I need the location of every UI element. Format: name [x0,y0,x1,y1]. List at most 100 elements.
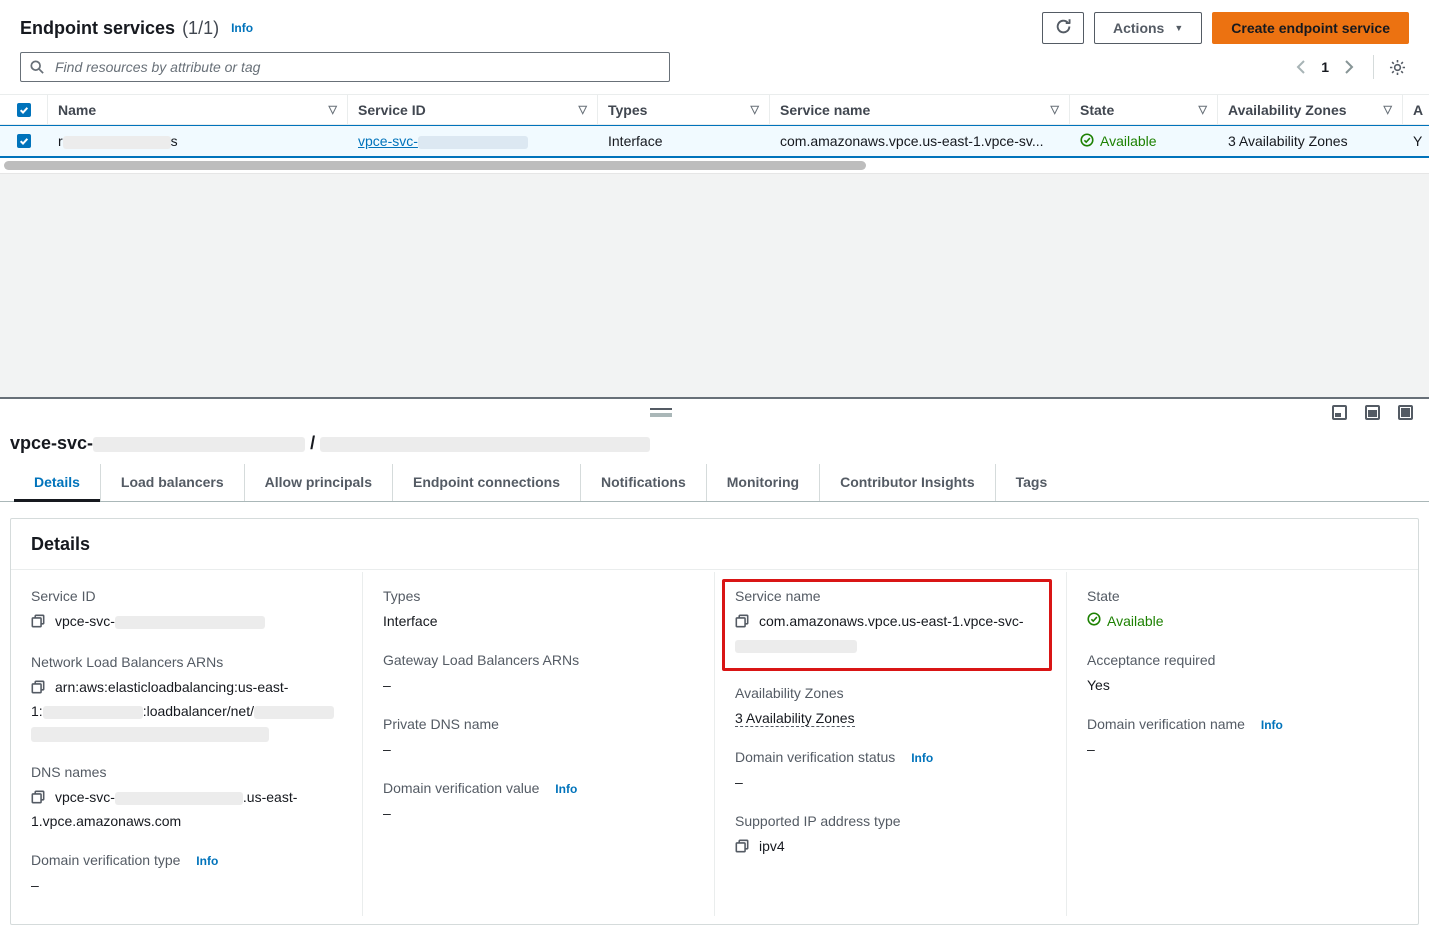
field-label: Service name [735,588,1039,604]
search-input[interactable] [20,52,670,82]
column-label: A [1413,102,1423,118]
panel-size-medium-icon[interactable] [1365,405,1380,420]
redacted-text [31,727,269,742]
tab-tags[interactable]: Tags [995,464,1068,501]
label-text: Domain verification value [383,780,539,796]
list-toolbar: 1 [0,46,1429,82]
preferences-gear-icon[interactable] [1386,56,1409,79]
field-value: – [383,802,694,824]
table-header-row: Name ▽ Service ID ▽ Types ▽ Service name… [0,95,1429,125]
resize-handle[interactable] [650,408,672,417]
cell-types: Interface [598,133,770,149]
split-panel-divider [0,397,1429,425]
copy-icon[interactable] [31,678,45,700]
value-text: 1: [31,703,43,719]
field-label: Supported IP address type [735,813,1046,829]
column-header-name[interactable]: Name ▽ [48,95,348,124]
sort-icon[interactable]: ▽ [321,103,337,116]
current-page[interactable]: 1 [1321,59,1329,75]
field-label: Service ID [31,588,342,604]
field-label: Gateway Load Balancers ARNs [383,652,694,668]
table-row[interactable]: rs vpce-svc- Interface com.amazonaws.vpc… [0,125,1429,158]
tab-notifications[interactable]: Notifications [580,464,706,501]
column-header-acceptance-cutoff[interactable]: A [1403,95,1429,124]
tab-details[interactable]: Details [14,464,100,501]
availability-zones-popover-link[interactable]: 3 Availability Zones [1228,133,1348,149]
sort-icon[interactable]: ▽ [571,103,587,116]
panel-size-controls [1332,405,1413,420]
tab-load-balancers[interactable]: Load balancers [100,464,244,501]
refresh-button[interactable] [1042,12,1084,44]
field-label: Types [383,588,694,604]
search-box [20,52,670,82]
panel-size-small-icon[interactable] [1332,405,1347,420]
state-label: Available [1107,610,1164,632]
info-link[interactable]: Info [231,21,253,35]
info-link[interactable]: Info [911,751,933,765]
info-link[interactable]: Info [555,782,577,796]
redacted-text [63,136,171,149]
tab-allow-principals[interactable]: Allow principals [244,464,392,501]
copy-icon[interactable] [31,612,45,634]
details-card: Details Service ID vpce-svc- Network Loa… [10,518,1419,925]
field-label: State [1087,588,1398,604]
field-supported-ip-address-type: Supported IP address type ipv4 [735,813,1046,859]
cell-service-id: vpce-svc- [348,133,598,149]
availability-zones-popover-link[interactable]: 3 Availability Zones [735,710,855,727]
service-id-link[interactable]: vpce-svc- [358,133,528,149]
tab-contributor-insights[interactable]: Contributor Insights [819,464,995,501]
value-text: ipv4 [759,838,785,854]
field-label: Acceptance required [1087,652,1398,668]
field-service-id: Service ID vpce-svc- [31,588,342,634]
field-value: arn:aws:elasticloadbalancing:us-east- 1:… [31,676,342,744]
column-header-state[interactable]: State ▽ [1070,95,1218,124]
scrollbar-thumb[interactable] [4,161,866,170]
sort-icon[interactable]: ▽ [1191,103,1207,116]
column-header-types[interactable]: Types ▽ [598,95,770,124]
column-header-service-id[interactable]: Service ID ▽ [348,95,598,124]
toolbar-divider [1373,55,1374,79]
copy-icon[interactable] [735,612,749,634]
page-title: Endpoint services [20,18,175,39]
info-link[interactable]: Info [196,854,218,868]
field-value: – [31,874,342,896]
create-endpoint-service-button[interactable]: Create endpoint service [1212,12,1409,44]
field-value: ipv4 [735,835,1046,859]
panel-size-full-icon[interactable] [1398,405,1413,420]
icon-fill [1368,410,1377,417]
sort-icon[interactable]: ▽ [1043,103,1059,116]
column-header-availability-zones[interactable]: Availability Zones ▽ [1218,95,1403,124]
detail-panel: vpce-svc- / Details Load balancers Allow… [0,425,1429,925]
tab-monitoring[interactable]: Monitoring [706,464,819,501]
select-all-checkbox[interactable] [0,95,48,124]
redacted-text [254,706,334,719]
redacted-text [93,437,305,452]
field-domain-verification-value: Domain verification value Info – [383,780,694,824]
field-acceptance-required: Acceptance required Yes [1087,652,1398,696]
field-state: State Available [1087,588,1398,632]
redacted-text [115,616,265,629]
redacted-text [115,792,243,805]
detail-tabs: Details Load balancers Allow principals … [0,464,1429,502]
sort-icon[interactable]: ▽ [1376,103,1392,116]
info-link[interactable]: Info [1261,718,1283,732]
field-label: Availability Zones [735,685,1046,701]
value-text: 1.vpce.amazonaws.com [31,813,181,829]
row-checkbox[interactable] [0,134,48,148]
horizontal-scrollbar[interactable] [0,158,1429,173]
field-domain-verification-name: Domain verification name Info – [1087,716,1398,760]
tab-endpoint-connections[interactable]: Endpoint connections [392,464,580,501]
field-dns-names: DNS names vpce-svc-.us-east- 1.vpce.amaz… [31,764,342,832]
previous-page-icon[interactable] [1289,58,1313,76]
next-page-icon[interactable] [1337,58,1361,76]
column-header-service-name[interactable]: Service name ▽ [770,95,1070,124]
details-column-4: State Available Acceptance required Yes [1066,572,1418,916]
field-label: Domain verification name Info [1087,716,1398,732]
actions-button[interactable]: Actions ▼ [1094,12,1202,44]
copy-icon[interactable] [31,788,45,810]
copy-icon[interactable] [735,837,749,859]
cell-availability-zones: 3 Availability Zones [1218,133,1403,149]
column-label: Service name [780,102,870,118]
label-text: Domain verification status [735,749,895,765]
sort-icon[interactable]: ▽ [743,103,759,116]
